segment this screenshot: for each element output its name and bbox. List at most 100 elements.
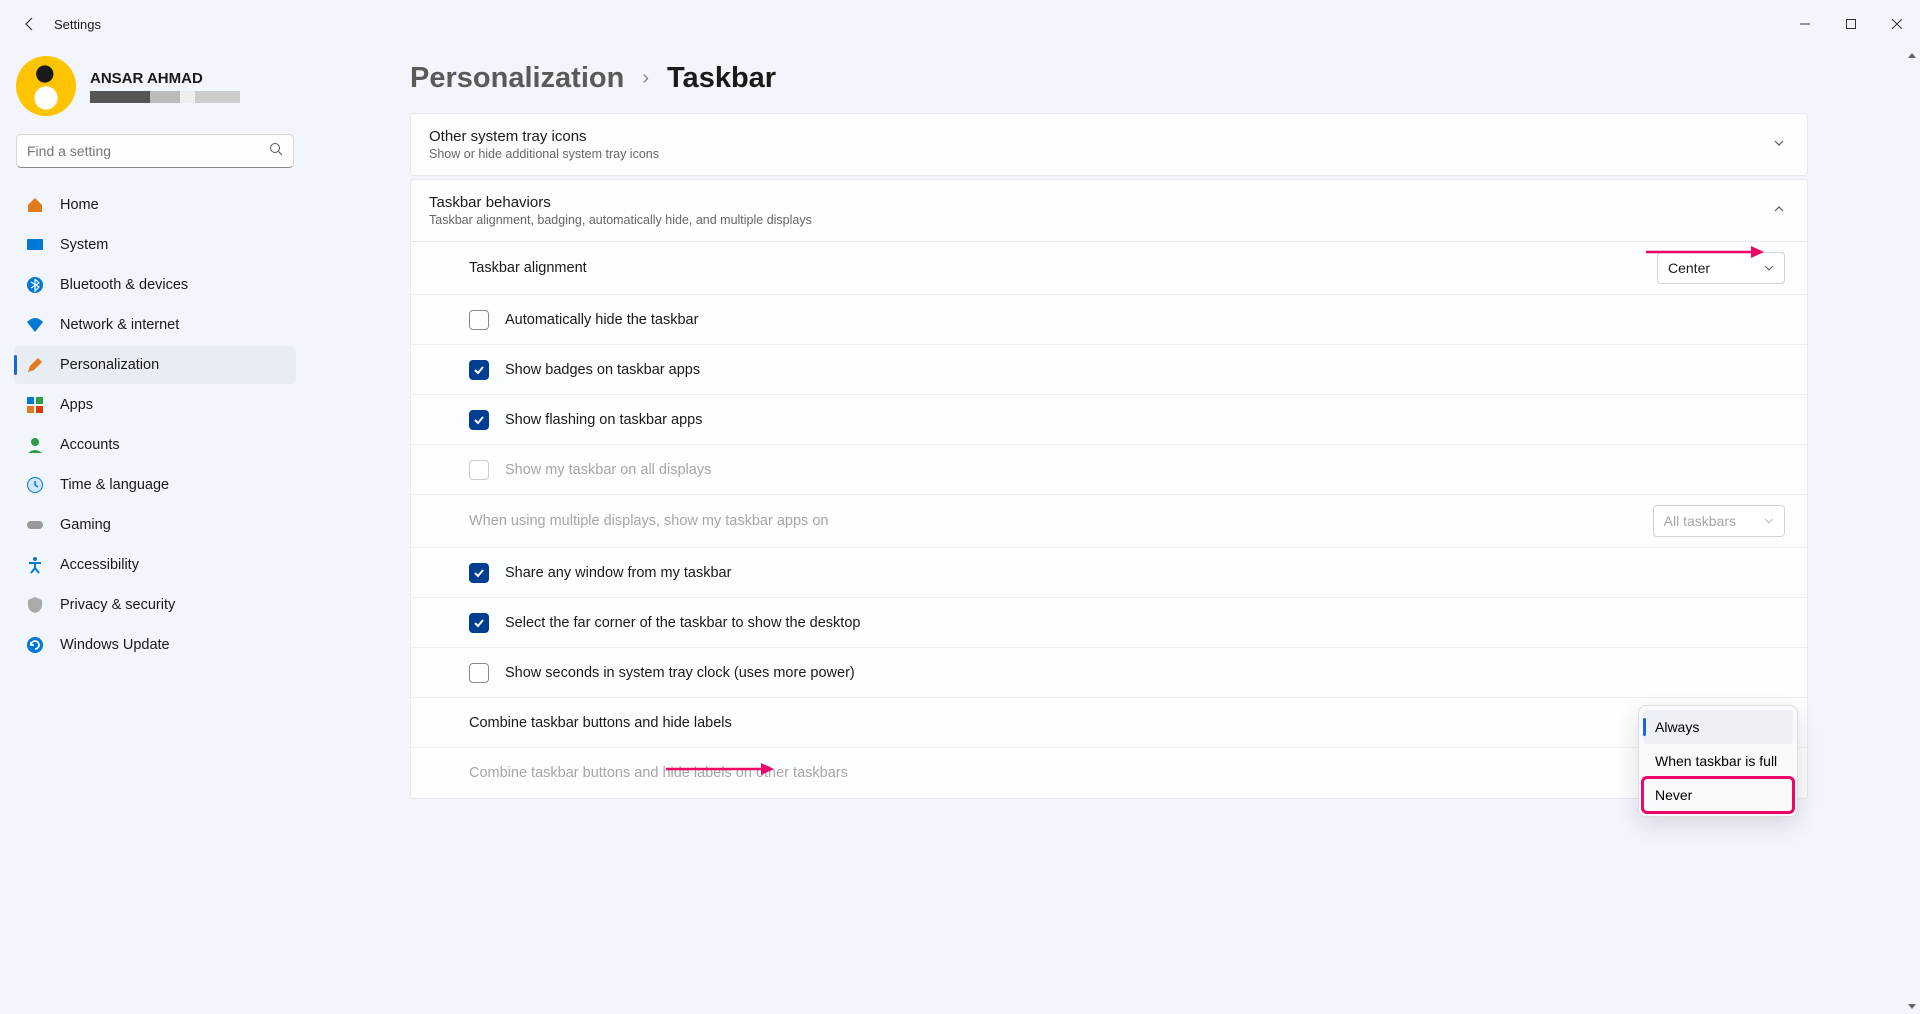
search-input-wrap[interactable] — [16, 134, 294, 168]
dropdown-value: All taskbars — [1664, 513, 1736, 529]
row-label: Automatically hide the taskbar — [505, 312, 1785, 328]
chevron-right-icon: › — [642, 67, 649, 90]
scroll-down-icon[interactable] — [1904, 998, 1920, 1014]
row-label: Combine taskbar buttons and hide labels … — [469, 765, 1785, 781]
privacy-icon — [26, 596, 44, 614]
nav-label: Time & language — [60, 477, 169, 493]
row-label: Show my taskbar on all displays — [505, 462, 1785, 478]
row-label: Share any window from my taskbar — [505, 565, 1785, 581]
row-label: Show badges on taskbar apps — [505, 362, 1785, 378]
row-combine: Combine taskbar buttons and hide labels — [411, 698, 1807, 748]
window-title: Settings — [54, 17, 101, 32]
profile-section[interactable]: ANSAR AHMAD — [0, 52, 310, 134]
nav-label: Bluetooth & devices — [60, 277, 188, 293]
update-icon — [26, 636, 44, 654]
avatar — [16, 56, 76, 116]
checkbox-share[interactable] — [469, 563, 489, 583]
row-seconds[interactable]: Show seconds in system tray clock (uses … — [411, 648, 1807, 698]
dropdown-value: Center — [1668, 260, 1710, 276]
row-share[interactable]: Share any window from my taskbar — [411, 548, 1807, 598]
window-controls — [1782, 8, 1920, 40]
row-label: When using multiple displays, show my ta… — [469, 513, 1653, 529]
nav-apps[interactable]: Apps — [14, 386, 296, 424]
card-tray-icons: Other system tray icons Show or hide add… — [410, 113, 1808, 176]
row-flashing[interactable]: Show flashing on taskbar apps — [411, 395, 1807, 445]
card-subtitle: Show or hide additional system tray icon… — [429, 147, 1773, 161]
nav-bluetooth[interactable]: Bluetooth & devices — [14, 266, 296, 304]
nav-home[interactable]: Home — [14, 186, 296, 224]
sidebar: ANSAR AHMAD Home System Bluetooth & devi… — [0, 48, 310, 1014]
popup-option-whenfull[interactable]: When taskbar is full — [1643, 744, 1793, 778]
main-content: Personalization › Taskbar Other system t… — [310, 48, 1920, 1014]
card-title: Taskbar behaviors — [429, 194, 1773, 211]
accounts-icon — [26, 436, 44, 454]
card-behaviors-header[interactable]: Taskbar behaviors Taskbar alignment, bad… — [411, 180, 1807, 241]
nav-label: Gaming — [60, 517, 111, 533]
nav-system[interactable]: System — [14, 226, 296, 264]
scroll-up-icon[interactable] — [1904, 48, 1920, 64]
breadcrumb-current: Taskbar — [667, 62, 776, 95]
search-icon — [269, 142, 283, 161]
row-autohide[interactable]: Automatically hide the taskbar — [411, 295, 1807, 345]
checkbox-seconds[interactable] — [469, 663, 489, 683]
maximize-button[interactable] — [1828, 8, 1874, 40]
personalization-icon — [26, 356, 44, 374]
nav-label: Windows Update — [60, 637, 170, 653]
checkbox-autohide[interactable] — [469, 310, 489, 330]
row-label: Show flashing on taskbar apps — [505, 412, 1785, 428]
scrollbar[interactable] — [1904, 48, 1920, 1014]
bluetooth-icon — [26, 276, 44, 294]
checkbox-alldisplays — [469, 460, 489, 480]
minimize-button[interactable] — [1782, 8, 1828, 40]
nav-label: System — [60, 237, 108, 253]
nav-privacy[interactable]: Privacy & security — [14, 586, 296, 624]
alignment-dropdown[interactable]: Center — [1657, 252, 1785, 284]
nav-label: Home — [60, 197, 99, 213]
nav-accessibility[interactable]: Accessibility — [14, 546, 296, 584]
search-input[interactable] — [27, 143, 269, 159]
checkbox-badges[interactable] — [469, 360, 489, 380]
nav-personalization[interactable]: Personalization — [14, 346, 296, 384]
nav-label: Personalization — [60, 357, 159, 373]
breadcrumb-parent[interactable]: Personalization — [410, 62, 624, 95]
nav-gaming[interactable]: Gaming — [14, 506, 296, 544]
popup-option-always[interactable]: Always — [1643, 710, 1793, 744]
popup-option-never[interactable]: Never — [1643, 778, 1793, 812]
row-label: Combine taskbar buttons and hide labels — [469, 715, 1785, 731]
nav-network[interactable]: Network & internet — [14, 306, 296, 344]
row-label: Show seconds in system tray clock (uses … — [505, 665, 1785, 681]
chevron-down-icon — [1764, 260, 1774, 276]
time-icon — [26, 476, 44, 494]
card-subtitle: Taskbar alignment, badging, automaticall… — [429, 213, 1773, 227]
row-badges[interactable]: Show badges on taskbar apps — [411, 345, 1807, 395]
row-multidisplay: When using multiple displays, show my ta… — [411, 495, 1807, 548]
row-alignment: Taskbar alignment Center — [411, 242, 1807, 295]
breadcrumb: Personalization › Taskbar — [410, 62, 1808, 95]
chevron-down-icon — [1764, 513, 1774, 529]
nav-time[interactable]: Time & language — [14, 466, 296, 504]
back-button[interactable] — [14, 8, 46, 40]
nav-label: Network & internet — [60, 317, 179, 333]
gaming-icon — [26, 516, 44, 534]
row-label: Select the far corner of the taskbar to … — [505, 615, 1785, 631]
chevron-down-icon — [1773, 136, 1785, 154]
home-icon — [26, 196, 44, 214]
checkbox-flashing[interactable] — [469, 410, 489, 430]
card-behaviors: Taskbar behaviors Taskbar alignment, bad… — [410, 179, 1808, 799]
nav-accounts[interactable]: Accounts — [14, 426, 296, 464]
row-farcorner[interactable]: Select the far corner of the taskbar to … — [411, 598, 1807, 648]
row-label: Taskbar alignment — [469, 260, 1657, 276]
apps-icon — [26, 396, 44, 414]
network-icon — [26, 316, 44, 334]
card-tray-header[interactable]: Other system tray icons Show or hide add… — [411, 114, 1807, 175]
row-alldisplays: Show my taskbar on all displays — [411, 445, 1807, 495]
multidisplay-dropdown: All taskbars — [1653, 505, 1785, 537]
nav-update[interactable]: Windows Update — [14, 626, 296, 664]
combine-dropdown-popup: Always When taskbar is full Never — [1638, 705, 1798, 817]
close-button[interactable] — [1874, 8, 1920, 40]
nav-label: Accounts — [60, 437, 120, 453]
profile-name: ANSAR AHMAD — [90, 70, 240, 87]
nav-label: Privacy & security — [60, 597, 175, 613]
checkbox-farcorner[interactable] — [469, 613, 489, 633]
nav-label: Apps — [60, 397, 93, 413]
